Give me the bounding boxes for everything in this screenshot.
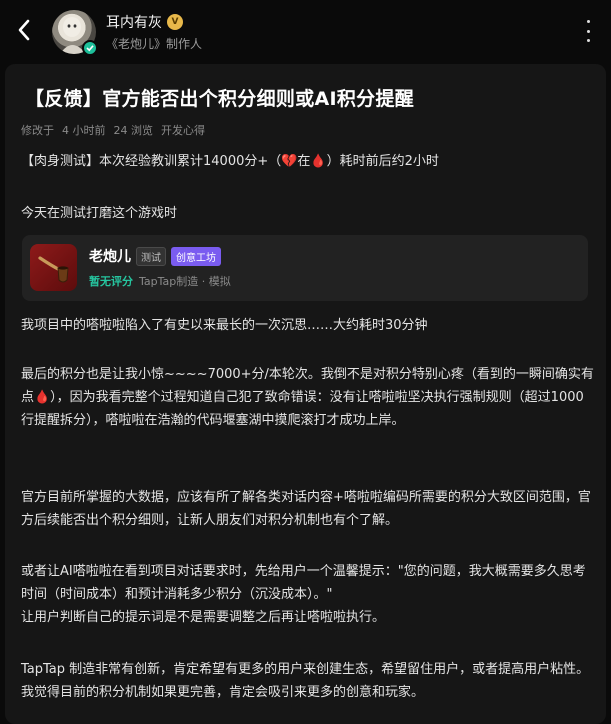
author-subtitle: 《老炮儿》制作人	[106, 37, 203, 51]
verified-icon	[82, 40, 98, 56]
game-subtitle: 暂无评分 TapTap制造 · 模拟	[89, 273, 231, 289]
paragraph-6: 或者让AI嗒啦啦在看到项目对话要求时，先给用户一个温馨提示："您的问题，我大概需…	[21, 564, 586, 625]
author-name[interactable]: 耳内有灰	[106, 12, 162, 32]
paragraph-3: 我项目中的嗒啦啦陷入了有史以来最长的一次沉思……大约耗时30分钟	[21, 318, 428, 333]
post-title: 【反馈】官方能否出个积分细则或AI积分提醒	[25, 88, 415, 110]
embedded-game-card[interactable]: 老炮儿 测试 创意工坊 暂无评分 TapTap制造 · 模拟	[22, 235, 588, 301]
game-name: 老炮儿	[89, 249, 131, 265]
paragraph-4: 最后的积分也是让我小惊~~~~7000+分/本轮次。我倒不是对积分特别心疼（看到…	[21, 367, 594, 428]
post-meta: 修改于 4 小时前 24 浏览 开发心得	[21, 122, 205, 138]
paragraph-2: 今天在测试打磨这个游戏时	[21, 206, 178, 221]
tag-test: 测试	[136, 246, 166, 266]
game-name-row: 老炮儿 测试 创意工坊	[89, 246, 221, 266]
tag-workshop: 创意工坊	[171, 246, 221, 266]
pipe-icon	[30, 244, 77, 291]
game-score: 暂无评分	[89, 275, 133, 288]
paragraph-5: 官方目前所掌握的大数据，应该有所了解各类对话内容+嗒啦啦编码所需要的积分大致区间…	[21, 490, 591, 528]
meta-category[interactable]: 开发心得	[161, 122, 205, 138]
post-card: 【反馈】官方能否出个积分细则或AI积分提醒 修改于 4 小时前 24 浏览 开发…	[5, 64, 606, 724]
more-options-button[interactable]	[583, 20, 593, 42]
author-avatar[interactable]	[52, 10, 98, 56]
paragraph-7: TapTap 制造非常有创新，肯定希望有更多的用户来创建生态，希望留住用户，或者…	[21, 662, 590, 700]
game-maker: TapTap制造 · 模拟	[139, 275, 231, 288]
level-badge-icon: V	[167, 14, 183, 30]
back-button[interactable]	[10, 16, 38, 44]
meta-edited: 修改于	[21, 124, 54, 137]
meta-views: 24 浏览	[113, 124, 154, 137]
author-name-row[interactable]: 耳内有灰 V	[106, 12, 183, 32]
back-arrow-icon	[18, 19, 30, 41]
top-bar: 耳内有灰 V 《老炮儿》制作人	[0, 0, 611, 62]
meta-time: 4 小时前	[62, 124, 106, 137]
paragraph-1: 【肉身测试】本次经验教训累计14000分+（💔在🩸）耗时前后约2小时	[21, 154, 439, 169]
more-vertical-icon	[586, 20, 590, 23]
